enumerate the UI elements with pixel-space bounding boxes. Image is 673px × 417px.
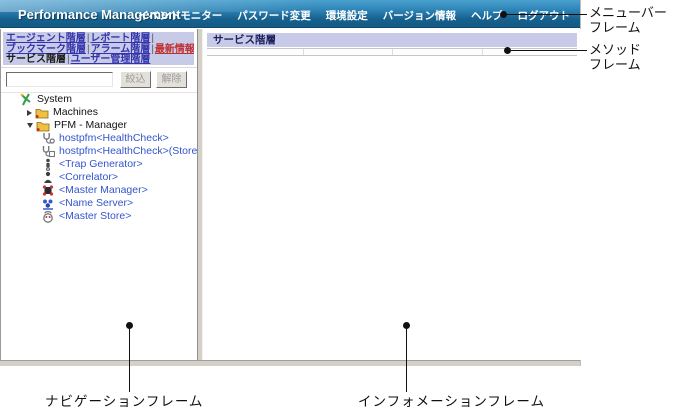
callout-label-navigation: ナビゲーションフレーム (45, 394, 204, 410)
information-title-bar: サービス階層 (207, 33, 577, 47)
tree-node-label: <Correlator> (59, 171, 118, 183)
callout-dot-method (504, 47, 511, 54)
callout-label-method: メソッド フレーム (589, 42, 642, 72)
navigation-frame: エージェント階層|レポート階層| ブックマーク階層|アラーム階層|最新情報に更新… (0, 29, 201, 360)
callout-line-menu-bar (507, 14, 587, 15)
callout-line-information (406, 328, 407, 392)
tab-alarm-hierarchy[interactable]: アラーム階層 (91, 44, 151, 55)
tree-node-correlator[interactable]: <Correlator> (1, 171, 198, 184)
method-cell-divider (303, 49, 304, 55)
callout-label-information: インフォメーションフレーム (358, 394, 546, 410)
tree-node-label: PFM - Manager (54, 119, 127, 131)
system-icon (19, 93, 33, 106)
tree-node-master-store[interactable]: <Master Store> (1, 210, 198, 223)
tree-node-label: hostpfm<HealthCheck> (59, 132, 169, 144)
tab-report-hierarchy[interactable]: レポート階層 (90, 33, 150, 44)
information-frame: サービス階層 (203, 29, 581, 360)
tree-node-healthcheck[interactable]: hostpfm<HealthCheck> (1, 132, 198, 145)
healthcheck-icon (41, 132, 55, 145)
tab-service-hierarchy-current: サービス階層 (6, 54, 66, 65)
callout-label-menu-bar: メニューバー フレーム (589, 5, 667, 35)
filter-clear-button[interactable]: 解除 (156, 71, 187, 88)
tree-node-label: Machines (53, 106, 98, 118)
tab-bookmark-hierarchy[interactable]: ブックマーク階層 (6, 44, 86, 55)
trap-generator-icon (41, 158, 55, 171)
correlator-icon (41, 171, 55, 184)
tab-agent-hierarchy[interactable]: エージェント階層 (6, 33, 86, 44)
method-cell-divider (482, 49, 483, 55)
chevron-right-icon[interactable] (27, 109, 32, 116)
screenshot-stage: Performance Management イベントモニター パスワード変更 … (0, 0, 673, 417)
tree-node-name-server[interactable]: <Name Server> (1, 197, 198, 210)
folder-icon (35, 106, 49, 119)
healthcheck-store-icon (41, 145, 55, 158)
hierarchy-tab-row-3: サービス階層|ユーザー管理階層 (6, 54, 191, 65)
menu-bar-frame: Performance Management イベントモニター パスワード変更 … (0, 0, 580, 28)
callout-text: インフォメーションフレーム (358, 394, 546, 409)
menu-item-environment-settings[interactable]: 環境設定 (326, 8, 368, 23)
filter-input[interactable] (6, 72, 113, 87)
tree-node-label: System (37, 93, 73, 105)
tab-separator: | (151, 33, 155, 44)
filter-section: 絞込 解除 (1, 67, 198, 93)
callout-text: ナビゲーションフレーム (45, 394, 204, 409)
folder-icon (36, 119, 50, 132)
tree-node-label: <Master Manager> (59, 184, 148, 196)
tree-node-system[interactable]: System (1, 93, 198, 106)
tree-node-label: <Trap Generator> (59, 158, 143, 170)
master-manager-icon (41, 184, 55, 197)
menu-item-version-info[interactable]: バージョン情報 (383, 8, 456, 23)
service-tree: System Machines PFM - Manager hostpfm<He… (1, 93, 201, 223)
tree-node-pfm-manager[interactable]: PFM - Manager (1, 119, 198, 132)
callout-text: メソッド (589, 42, 642, 57)
method-cell-divider (392, 49, 393, 55)
menu-item-change-password[interactable]: パスワード変更 (237, 8, 311, 23)
callout-text: メニューバー (589, 5, 667, 20)
callout-dot-menu-bar (500, 11, 507, 18)
tree-node-master-manager[interactable]: <Master Manager> (1, 184, 198, 197)
menu-item-event-monitor[interactable]: イベントモニター (138, 8, 222, 23)
tree-node-healthcheck-store[interactable]: hostpfm<HealthCheck>(Store) (1, 145, 201, 158)
tree-node-label: <Name Server> (59, 197, 134, 209)
callout-text: フレーム (589, 19, 641, 35)
callout-line-method (511, 50, 587, 51)
master-store-icon (41, 210, 55, 223)
link-refresh-latest-info[interactable]: 最新情報に更新 (155, 44, 194, 55)
status-band (0, 360, 580, 366)
tree-node-label: <Master Store> (59, 210, 132, 222)
application-window: Performance Management イベントモニター パスワード変更 … (0, 0, 581, 366)
tree-node-trap-generator[interactable]: <Trap Generator> (1, 158, 198, 171)
chevron-down-icon[interactable] (27, 123, 33, 128)
filter-apply-button[interactable]: 絞込 (120, 71, 151, 88)
menu-item-logout[interactable]: ログアウト (518, 8, 571, 23)
hierarchy-tab-box: エージェント階層|レポート階層| ブックマーク階層|アラーム階層|最新情報に更新… (3, 32, 194, 65)
tab-user-admin-hierarchy[interactable]: ユーザー管理階層 (71, 54, 151, 65)
tree-node-label: hostpfm<HealthCheck>(Store) (59, 145, 201, 157)
callout-line-navigation (129, 328, 130, 392)
menu-item-help[interactable]: ヘルプ (471, 8, 503, 23)
name-server-icon (41, 197, 55, 210)
callout-text: フレーム (589, 56, 641, 72)
tree-node-machines[interactable]: Machines (1, 106, 198, 119)
